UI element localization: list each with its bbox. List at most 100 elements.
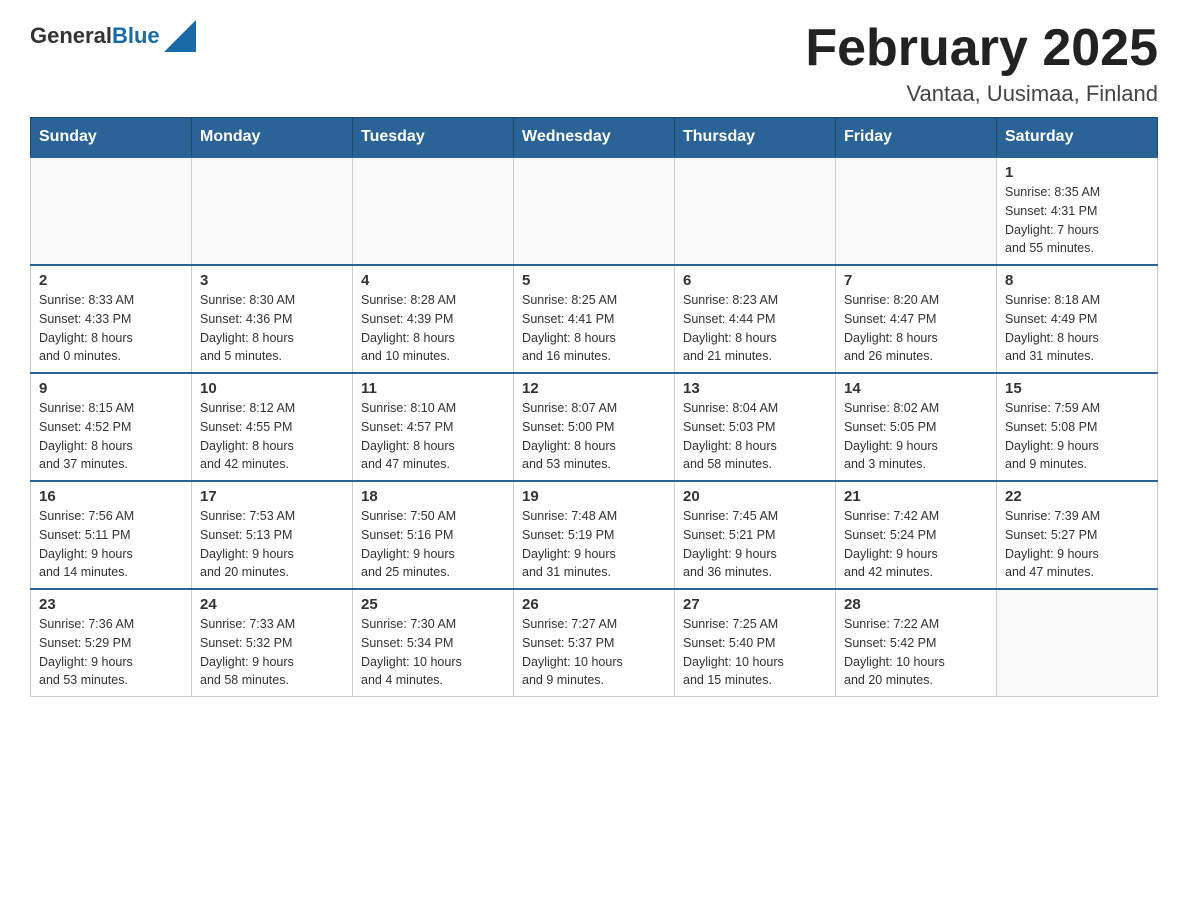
- calendar-cell: [836, 157, 997, 265]
- days-header-row: SundayMondayTuesdayWednesdayThursdayFrid…: [31, 118, 1158, 158]
- day-info: Sunrise: 8:18 AMSunset: 4:49 PMDaylight:…: [1005, 291, 1149, 366]
- calendar-cell: 24Sunrise: 7:33 AMSunset: 5:32 PMDayligh…: [192, 589, 353, 697]
- day-info: Sunrise: 8:28 AMSunset: 4:39 PMDaylight:…: [361, 291, 505, 366]
- calendar-cell: 23 Sunrise: 7:36 AMSunset: 5:29 PMDayligh…: [31, 589, 192, 697]
- calendar-cell: 8 Sunrise: 8:18 AMSunset: 4:49 PMDaylight…: [997, 265, 1158, 373]
- calendar-cell: 10 Sunrise: 8:12 AMSunset: 4:55 PMDayligh…: [192, 373, 353, 481]
- day-info: Sunrise: 8:30 AMSunset: 4:36 PMDaylight:…: [200, 291, 344, 366]
- day-info: Sunrise: 7:36 AMSunset: 5:29 PMDaylight:…: [39, 615, 183, 690]
- day-info: Sunrise: 8:20 AMSunset: 4:47 PMDaylight:…: [844, 291, 988, 366]
- day-info: Sunrise: 7:53 AMSunset: 5:13 PMDaylight:…: [200, 507, 344, 582]
- day-info: Sunrise: 7:33 AMSunset: 5:32 PMDaylight:…: [200, 615, 344, 690]
- day-of-week-header: Sunday: [31, 118, 192, 158]
- calendar-week-row: 23 Sunrise: 7:36 AMSunset: 5:29 PMDayligh…: [31, 589, 1158, 697]
- location-title: Vantaa, Uusimaa, Finland: [805, 81, 1158, 107]
- day-of-week-header: Friday: [836, 118, 997, 158]
- day-number: 18: [361, 488, 505, 505]
- calendar-table: SundayMondayTuesdayWednesdayThursdayFrid…: [30, 117, 1158, 697]
- day-number: 5: [522, 272, 666, 289]
- day-number: 26: [522, 596, 666, 613]
- day-info: Sunrise: 7:59 AMSunset: 5:08 PMDaylight:…: [1005, 399, 1149, 474]
- day-info: Sunrise: 8:23 AMSunset: 4:44 PMDaylight:…: [683, 291, 827, 366]
- logo-icon: [164, 20, 196, 52]
- calendar-cell: 22 Sunrise: 7:39 AMSunset: 5:27 PMDayligh…: [997, 481, 1158, 589]
- day-info: Sunrise: 8:07 AMSunset: 5:00 PMDaylight:…: [522, 399, 666, 474]
- day-info: Sunrise: 8:25 AMSunset: 4:41 PMDaylight:…: [522, 291, 666, 366]
- day-info: Sunrise: 8:10 AMSunset: 4:57 PMDaylight:…: [361, 399, 505, 474]
- page-header: GeneralBlue February 2025 Vantaa, Uusima…: [30, 20, 1158, 107]
- calendar-cell: 9Sunrise: 8:15 AMSunset: 4:52 PMDaylight…: [31, 373, 192, 481]
- day-of-week-header: Thursday: [675, 118, 836, 158]
- day-number: 27: [683, 596, 827, 613]
- calendar-week-row: 2Sunrise: 8:33 AMSunset: 4:33 PMDaylight…: [31, 265, 1158, 373]
- day-number: 4: [361, 272, 505, 289]
- day-info: Sunrise: 7:45 AMSunset: 5:21 PMDaylight:…: [683, 507, 827, 582]
- day-of-week-header: Wednesday: [514, 118, 675, 158]
- calendar-cell: 4 Sunrise: 8:28 AMSunset: 4:39 PMDaylight…: [353, 265, 514, 373]
- calendar-cell: [997, 589, 1158, 697]
- title-block: February 2025 Vantaa, Uusimaa, Finland: [805, 20, 1158, 107]
- day-number: 25: [361, 596, 505, 613]
- day-of-week-header: Saturday: [997, 118, 1158, 158]
- calendar-cell: 16 Sunrise: 7:56 AMSunset: 5:11 PMDayligh…: [31, 481, 192, 589]
- day-number: 1: [1005, 164, 1149, 181]
- day-info: Sunrise: 8:04 AMSunset: 5:03 PMDaylight:…: [683, 399, 827, 474]
- calendar-cell: 27 Sunrise: 7:25 AMSunset: 5:40 PMDayligh…: [675, 589, 836, 697]
- calendar-cell: 6 Sunrise: 8:23 AMSunset: 4:44 PMDaylight…: [675, 265, 836, 373]
- day-number: 20: [683, 488, 827, 505]
- logo-general-text: General: [30, 23, 112, 48]
- month-title: February 2025: [805, 20, 1158, 77]
- day-number: 15: [1005, 380, 1149, 397]
- day-info: Sunrise: 7:50 AMSunset: 5:16 PMDaylight:…: [361, 507, 505, 582]
- day-number: 13: [683, 380, 827, 397]
- day-number: 7: [844, 272, 988, 289]
- calendar-cell: 12 Sunrise: 8:07 AMSunset: 5:00 PMDayligh…: [514, 373, 675, 481]
- calendar-cell: 1 Sunrise: 8:35 AMSunset: 4:31 PMDaylight…: [997, 157, 1158, 265]
- day-number: 10: [200, 380, 344, 397]
- day-number: 17: [200, 488, 344, 505]
- calendar-cell: 11Sunrise: 8:10 AMSunset: 4:57 PMDayligh…: [353, 373, 514, 481]
- day-info: Sunrise: 7:56 AMSunset: 5:11 PMDaylight:…: [39, 507, 183, 582]
- day-info: Sunrise: 7:27 AMSunset: 5:37 PMDaylight:…: [522, 615, 666, 690]
- day-number: 8: [1005, 272, 1149, 289]
- calendar-cell: 2Sunrise: 8:33 AMSunset: 4:33 PMDaylight…: [31, 265, 192, 373]
- day-number: 16: [39, 488, 183, 505]
- day-number: 14: [844, 380, 988, 397]
- day-number: 28: [844, 596, 988, 613]
- day-info: Sunrise: 8:02 AMSunset: 5:05 PMDaylight:…: [844, 399, 988, 474]
- day-number: 21: [844, 488, 988, 505]
- calendar-cell: 13 Sunrise: 8:04 AMSunset: 5:03 PMDayligh…: [675, 373, 836, 481]
- calendar-cell: 17 Sunrise: 7:53 AMSunset: 5:13 PMDayligh…: [192, 481, 353, 589]
- day-number: 12: [522, 380, 666, 397]
- calendar-cell: 14 Sunrise: 8:02 AMSunset: 5:05 PMDayligh…: [836, 373, 997, 481]
- calendar-cell: 3 Sunrise: 8:30 AMSunset: 4:36 PMDaylight…: [192, 265, 353, 373]
- calendar-cell: [31, 157, 192, 265]
- day-info: Sunrise: 8:35 AMSunset: 4:31 PMDaylight:…: [1005, 183, 1149, 258]
- day-info: Sunrise: 8:12 AMSunset: 4:55 PMDaylight:…: [200, 399, 344, 474]
- calendar-cell: [353, 157, 514, 265]
- calendar-cell: 25Sunrise: 7:30 AMSunset: 5:34 PMDayligh…: [353, 589, 514, 697]
- calendar-cell: 18 Sunrise: 7:50 AMSunset: 5:16 PMDayligh…: [353, 481, 514, 589]
- day-number: 22: [1005, 488, 1149, 505]
- calendar-cell: 19Sunrise: 7:48 AMSunset: 5:19 PMDayligh…: [514, 481, 675, 589]
- day-info: Sunrise: 7:39 AMSunset: 5:27 PMDaylight:…: [1005, 507, 1149, 582]
- day-info: Sunrise: 7:22 AMSunset: 5:42 PMDaylight:…: [844, 615, 988, 690]
- day-of-week-header: Monday: [192, 118, 353, 158]
- day-number: 23: [39, 596, 183, 613]
- day-number: 3: [200, 272, 344, 289]
- day-of-week-header: Tuesday: [353, 118, 514, 158]
- day-number: 2: [39, 272, 183, 289]
- calendar-cell: [192, 157, 353, 265]
- day-number: 19: [522, 488, 666, 505]
- calendar-week-row: 16 Sunrise: 7:56 AMSunset: 5:11 PMDayligh…: [31, 481, 1158, 589]
- logo-blue-text: Blue: [112, 23, 160, 48]
- calendar-cell: 28 Sunrise: 7:22 AMSunset: 5:42 PMDayligh…: [836, 589, 997, 697]
- calendar-week-row: 1 Sunrise: 8:35 AMSunset: 4:31 PMDaylight…: [31, 157, 1158, 265]
- logo: GeneralBlue: [30, 20, 196, 52]
- calendar-cell: 15 Sunrise: 7:59 AMSunset: 5:08 PMDayligh…: [997, 373, 1158, 481]
- calendar-cell: 20 Sunrise: 7:45 AMSunset: 5:21 PMDayligh…: [675, 481, 836, 589]
- calendar-cell: 21Sunrise: 7:42 AMSunset: 5:24 PMDayligh…: [836, 481, 997, 589]
- day-info: Sunrise: 7:25 AMSunset: 5:40 PMDaylight:…: [683, 615, 827, 690]
- calendar-week-row: 9Sunrise: 8:15 AMSunset: 4:52 PMDaylight…: [31, 373, 1158, 481]
- day-number: 6: [683, 272, 827, 289]
